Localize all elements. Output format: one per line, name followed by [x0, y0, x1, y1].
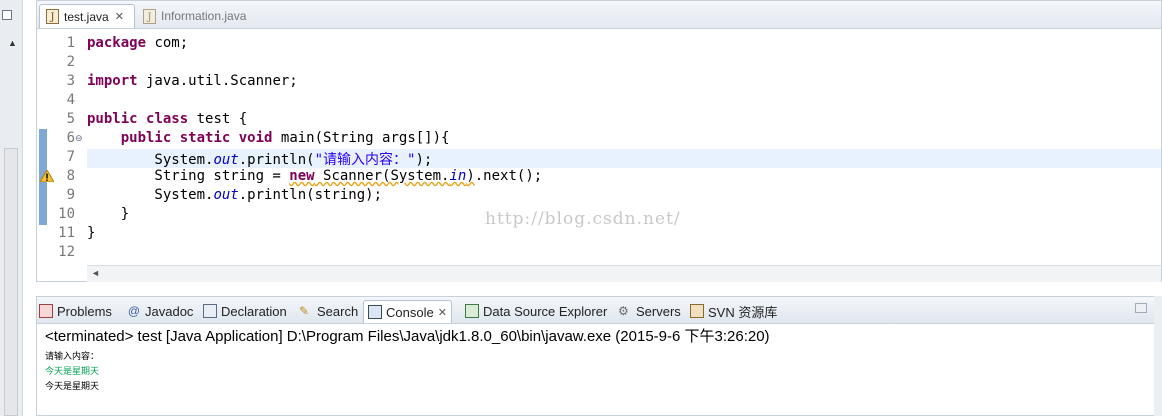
line-number: 8	[66, 168, 75, 184]
restore-icon[interactable]	[2, 10, 12, 20]
code-editor[interactable]: J test.java ✕ J Information.java 1 2 3 4…	[36, 0, 1162, 282]
minimize-icon[interactable]	[1135, 303, 1147, 313]
console-output-line: 今天是星期天	[45, 367, 100, 377]
javadoc-icon: @	[127, 304, 141, 318]
console-output-line: 请输入内容：	[45, 352, 100, 362]
right-scrollbar[interactable]	[1154, 296, 1162, 416]
tab-data-source-explorer[interactable]: Data Source Explorer	[465, 300, 607, 322]
tab-label: Problems	[57, 303, 112, 319]
scroll-up-icon[interactable]: ▲	[8, 38, 17, 48]
console-status: <terminated> test [Java Application] D:\…	[45, 328, 770, 345]
bottom-panel: Problems @ Javadoc Declaration ✎ Search …	[36, 296, 1162, 416]
java-file-icon: J	[143, 8, 156, 24]
line-number: 2	[66, 54, 75, 70]
line-number: 12	[58, 244, 75, 260]
tab-label: SVN 资源库	[708, 304, 778, 320]
line-number: 4	[66, 92, 75, 108]
tab-label: Data Source Explorer	[483, 303, 608, 319]
line-number: 9	[66, 187, 75, 203]
tab-svn[interactable]: SVN 资源库	[690, 300, 777, 322]
tab-console[interactable]: Console ✕	[363, 300, 452, 323]
line-number: 6	[66, 130, 75, 146]
tab-declaration[interactable]: Declaration	[203, 300, 287, 322]
java-file-icon: J	[46, 9, 59, 24]
code-line[interactable]: System.out.println(string);	[87, 187, 382, 203]
line-number: 3	[66, 73, 75, 89]
tab-label: Javadoc	[145, 303, 194, 319]
line-number: 5	[66, 111, 75, 127]
tab-label: Declaration	[221, 303, 287, 319]
fold-collapse-icon[interactable]: ⊖	[75, 133, 83, 144]
left-scrollbar[interactable]	[4, 148, 18, 416]
code-line[interactable]: }	[87, 206, 129, 222]
close-icon[interactable]: ✕	[438, 306, 447, 319]
horizontal-scrollbar[interactable]: ◄	[87, 265, 1161, 282]
problems-icon	[39, 304, 53, 318]
tab-search[interactable]: ✎ Search	[299, 300, 358, 322]
line-number: 7	[66, 149, 75, 165]
servers-icon: ⚙	[618, 304, 629, 318]
close-icon[interactable]: ✕	[115, 10, 124, 23]
search-icon: ✎	[299, 304, 310, 318]
code-line[interactable]: public static void main(String args[]){	[87, 130, 450, 146]
scroll-left-icon[interactable]: ◄	[91, 268, 100, 278]
editor-tab-bar: J test.java ✕ J Information.java	[37, 1, 1161, 29]
tab-information-java[interactable]: J Information.java	[137, 4, 267, 28]
svn-icon	[690, 304, 704, 318]
line-number: 11	[58, 225, 75, 241]
line-number: 10	[58, 206, 75, 222]
code-line[interactable]: String string = new Scanner(System.in).n…	[87, 168, 542, 184]
tab-label: Search	[317, 303, 359, 319]
tab-problems[interactable]: Problems	[39, 300, 112, 322]
tab-label: Information.java	[161, 9, 247, 23]
data-source-icon	[465, 304, 479, 318]
tab-label: Servers	[636, 303, 681, 319]
tab-servers[interactable]: ⚙ Servers	[618, 300, 681, 322]
tab-label: Console	[386, 304, 434, 320]
tab-javadoc[interactable]: @ Javadoc	[127, 300, 194, 322]
code-line[interactable]: System.out.println("请输入内容：");	[87, 149, 432, 169]
watermark: http://blog.csdn.net/	[485, 209, 681, 229]
code-line[interactable]: public class test {	[87, 111, 247, 127]
panel-tab-bar: Problems @ Javadoc Declaration ✎ Search …	[37, 297, 1161, 324]
declaration-icon	[203, 304, 217, 318]
code-line[interactable]: package com;	[87, 35, 188, 51]
code-line[interactable]: }	[87, 225, 95, 241]
line-number: 1	[66, 35, 75, 51]
tab-label: test.java	[64, 9, 109, 24]
tab-test-java[interactable]: J test.java ✕	[39, 4, 135, 28]
code-line[interactable]: import java.util.Scanner;	[87, 73, 298, 89]
console-icon	[368, 305, 382, 319]
console-output-line: 今天是星期天	[45, 382, 100, 392]
